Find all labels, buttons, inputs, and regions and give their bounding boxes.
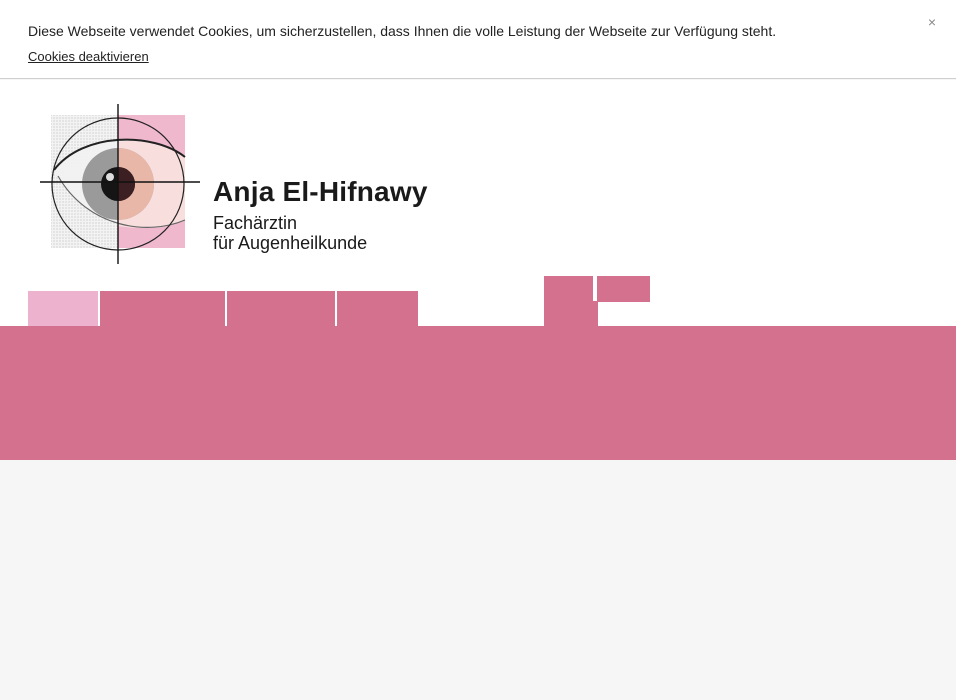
nav-dropdown-block[interactable] — [544, 276, 593, 326]
site-header: Anja El-Hifnawy Fachärztin für Augenheil… — [0, 80, 956, 326]
nav-dropdown-block-extension — [593, 301, 598, 326]
disable-cookies-link[interactable]: Cookies deaktivieren — [28, 49, 149, 64]
nav-dropdown-block-2[interactable] — [597, 276, 650, 302]
close-icon[interactable]: × — [924, 12, 940, 32]
cookie-banner: Diese Webseite verwendet Cookies, um sic… — [0, 0, 956, 79]
main-content-area — [0, 460, 956, 700]
brand-name: Anja El-Hifnawy — [213, 176, 428, 207]
nav-tab-home[interactable] — [28, 291, 98, 326]
nav-tab-3[interactable] — [227, 291, 335, 326]
brand-subtitle-line1: Fachärztin — [213, 213, 298, 233]
hero-banner — [0, 326, 956, 460]
nav-tab-2[interactable] — [100, 291, 225, 326]
brand-subtitle-line2: für Augenheilkunde — [213, 233, 368, 253]
nav-tab-4[interactable] — [337, 291, 418, 326]
cookie-message: Diese Webseite verwendet Cookies, um sic… — [28, 23, 777, 39]
brand-subtitle: Fachärztin für Augenheilkunde — [213, 213, 367, 253]
eye-logo-icon[interactable] — [38, 102, 208, 266]
